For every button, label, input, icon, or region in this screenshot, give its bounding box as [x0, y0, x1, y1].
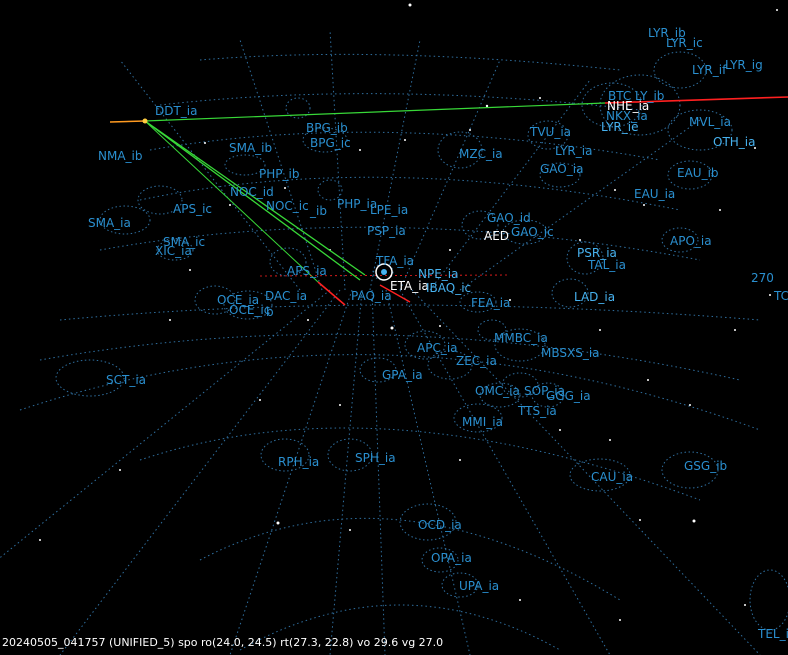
sky-map-canvas[interactable]: .g { fill:none; stroke:#2f6f9f; stroke-w… [0, 0, 788, 655]
label-mbsxs-ia[interactable]: MBSXS_ia [541, 347, 600, 360]
label-sma-ia[interactable]: SMA_ia [88, 217, 131, 230]
label-apc-ia[interactable]: APC_ia [417, 342, 458, 355]
label-zec-ia[interactable]: ZEC_ia [456, 355, 497, 368]
label-mmbc-ia[interactable]: MMBC_ia [494, 332, 548, 345]
label-cau-ia[interactable]: CAU_ia [591, 471, 633, 484]
label-php-ib[interactable]: PHP_ib [259, 168, 299, 181]
label-psp-ia[interactable]: PSP_ia [367, 225, 406, 238]
label-ggg-ia[interactable]: GGG_ia [546, 390, 591, 403]
label-sct-ia[interactable]: SCT_ia [106, 374, 146, 387]
label-ddt-ia[interactable]: DDT_ia [155, 105, 198, 118]
label-lyr-if[interactable]: LYR_if [692, 64, 726, 77]
label-sma-ib[interactable]: SMA_ib [229, 142, 272, 155]
label-upa-ia[interactable]: UPA_ia [459, 580, 499, 593]
label-tts-ia[interactable]: TTS_ia [518, 405, 557, 418]
label-lyr-ig[interactable]: LYR_ig [725, 59, 763, 72]
label-tvu-ia[interactable]: TVU_ia [530, 126, 571, 139]
label-omc-ia[interactable]: OMC_ia [475, 385, 520, 398]
label-aps-ia[interactable]: APS_ia [287, 265, 327, 278]
grid-arcs [19, 53, 761, 651]
label-270[interactable]: 270 [751, 272, 774, 285]
label-sph-ia[interactable]: SPH_ia [355, 452, 396, 465]
star-field [39, 3, 778, 621]
label-lad-ia[interactable]: LAD_ia [574, 291, 615, 304]
label-gao-id[interactable]: GAO_id [487, 212, 531, 225]
label-noc-id[interactable]: NOC_id [230, 186, 274, 199]
label-ocd-ia[interactable]: OCD_ia [418, 519, 462, 532]
label-tel-ia[interactable]: TEL_ia [758, 628, 788, 641]
label-gpa-ia[interactable]: GPA_ia [382, 369, 423, 382]
label-apo-ia[interactable]: APO_ia [670, 235, 712, 248]
label-tfa-ia[interactable]: TFA_ia [376, 255, 414, 268]
label-tal-ia[interactable]: TAL_ia [588, 259, 626, 272]
label-underscore-ib[interactable]: _ib [310, 205, 327, 218]
label-rph-ia[interactable]: RPH_ia [278, 456, 319, 469]
label-xic-ia[interactable]: XIC_ia [155, 245, 192, 258]
label-opa-ia[interactable]: OPA_ia [431, 552, 472, 565]
label-eau-ib[interactable]: EAU_ib [677, 167, 719, 180]
label-noc-ic[interactable]: NOC_ic [266, 200, 309, 213]
label-oth-ia[interactable]: OTH_ia [713, 136, 756, 149]
label-gao-ic[interactable]: GAO_ic [511, 226, 554, 239]
label-nma-ib[interactable]: NMA_ib [98, 150, 143, 163]
label-b[interactable]: b [266, 306, 274, 319]
label-mmi-ia[interactable]: MMI_ia [462, 416, 503, 429]
label-eau-ia[interactable]: EAU_ia [634, 188, 675, 201]
label-dac-ia[interactable]: DAC_ia [265, 290, 307, 303]
label-aed[interactable]: AED [484, 230, 509, 243]
status-line: 20240505_041757 (UNIFIED_5) spo ro(24.0,… [2, 636, 444, 649]
label-bpg-ib[interactable]: BPG_ib [306, 122, 348, 135]
label-eta-ia[interactable]: ETA_ia [390, 280, 429, 293]
label-tc[interactable]: TC [774, 290, 788, 303]
label-bpg-ic[interactable]: BPG_ic [310, 137, 351, 150]
label-mvl-ia[interactable]: MVL_ia [689, 116, 731, 129]
label-gsg-ib[interactable]: GSG_ib [684, 460, 727, 473]
label-gao-ia[interactable]: GAO_ia [540, 163, 583, 176]
label-fea-ia[interactable]: FEA_ia [471, 297, 510, 310]
label-oce-ic[interactable]: OCE_ic [229, 304, 270, 317]
label-lyr-ic[interactable]: LYR_ic [666, 37, 703, 50]
label-lyr-ie[interactable]: LYR_ie [601, 121, 638, 134]
label-paq-ia[interactable]: PAQ_ia [351, 290, 392, 303]
label-aps-ic[interactable]: APS_ic [173, 203, 212, 216]
label-lyr-ia[interactable]: LYR_ia [555, 145, 592, 158]
label-baq-ic[interactable]: IBAQ_ic [426, 282, 471, 295]
grid-radials [0, 29, 761, 655]
label-mzc-ia[interactable]: MZC_ia [459, 148, 503, 161]
label-lpe-ia[interactable]: LPE_ia [370, 204, 408, 217]
